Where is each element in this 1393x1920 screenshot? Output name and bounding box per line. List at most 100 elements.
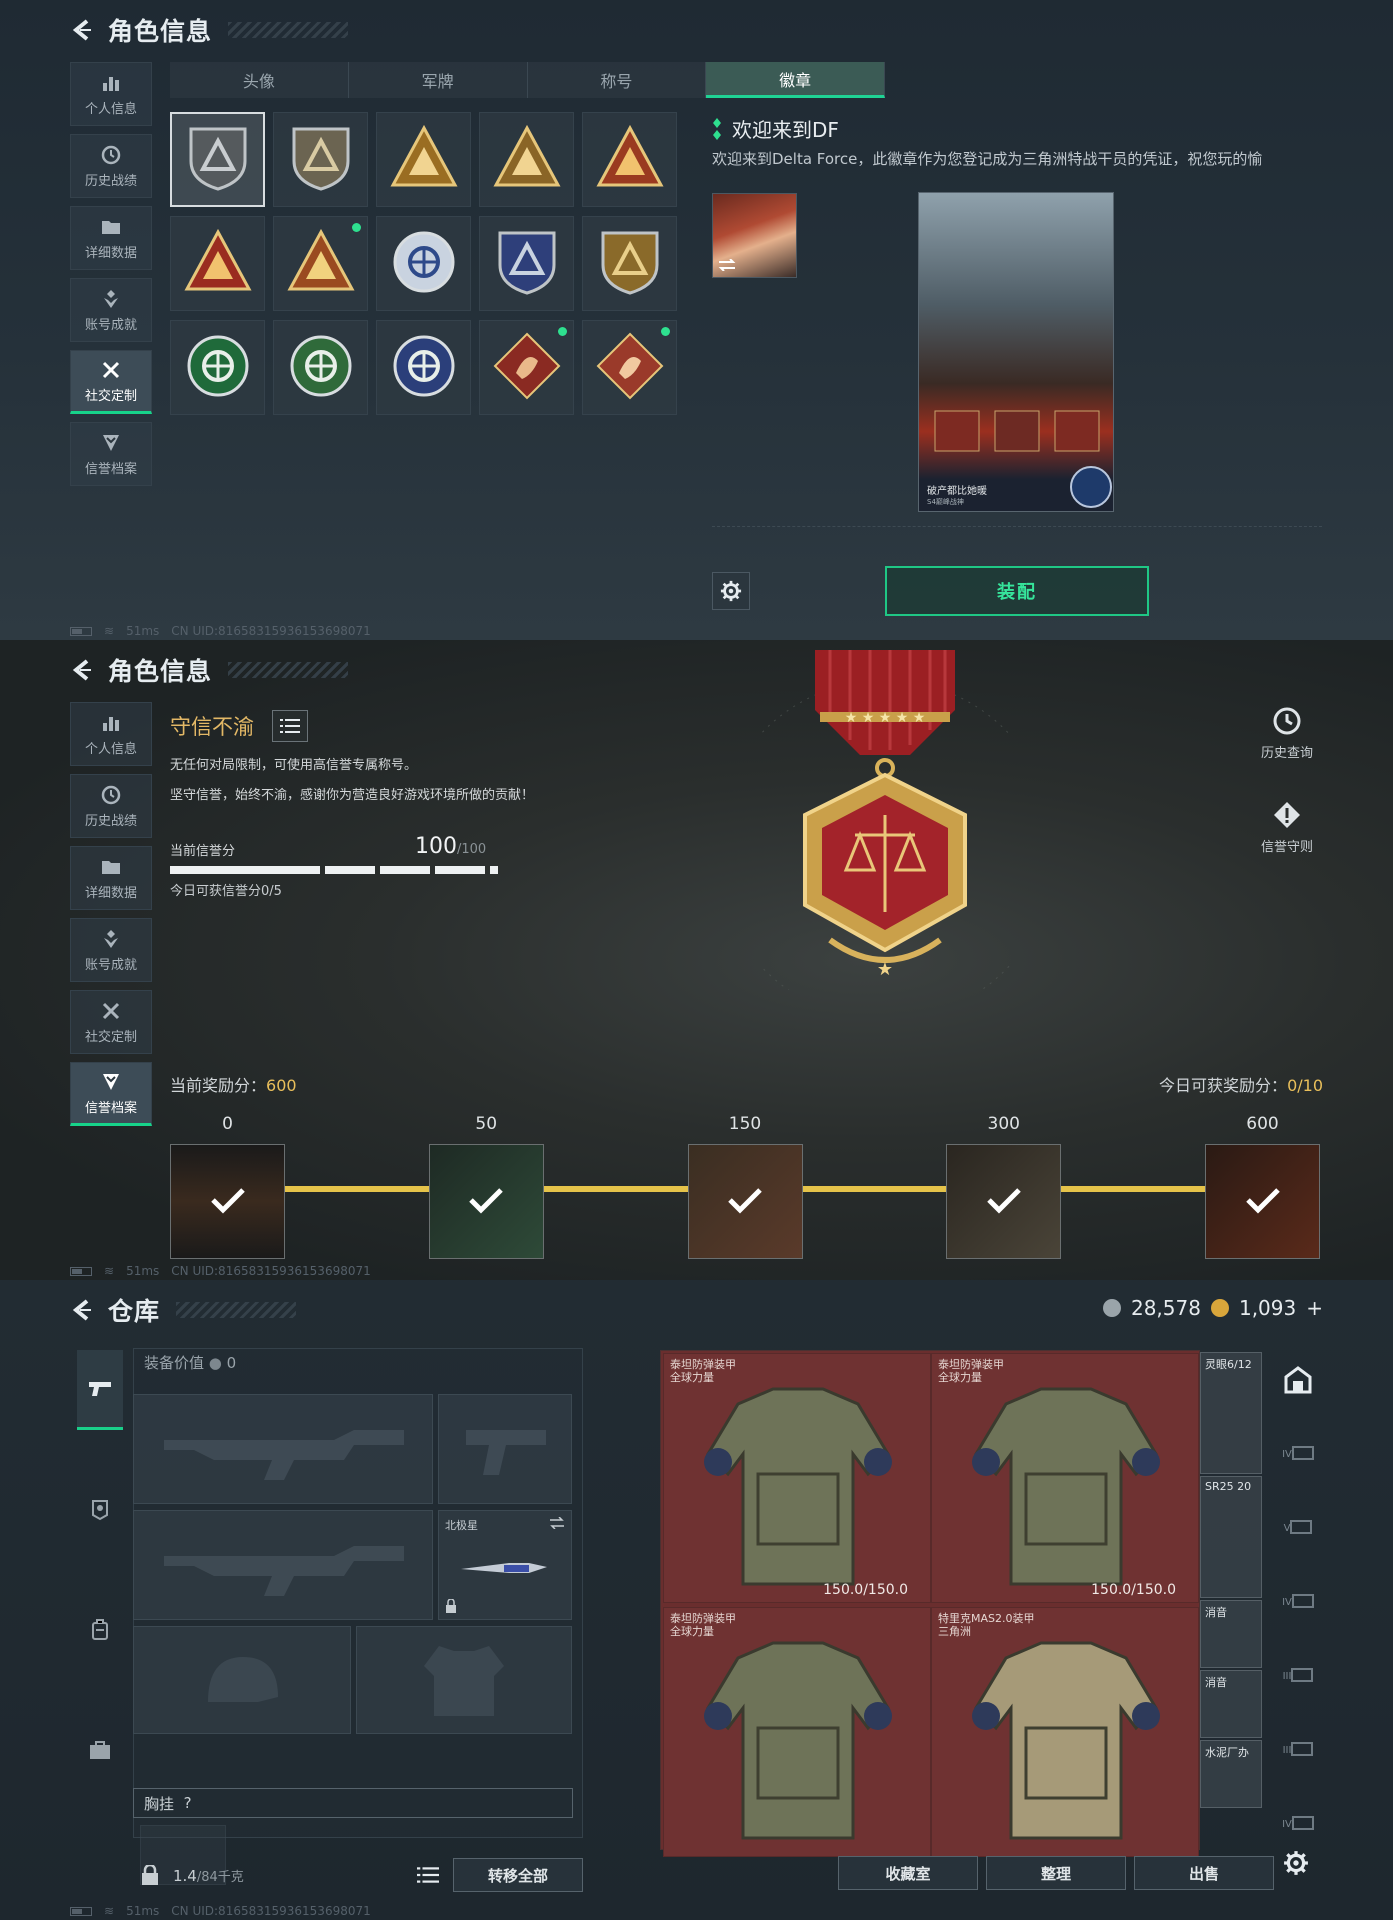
profile-card-preview: 破产都比她暖 S4巅峰战神 (918, 192, 1114, 512)
nav-item[interactable]: 账号成就 (70, 278, 152, 342)
helmet-slot[interactable] (133, 1626, 351, 1734)
nav-item[interactable]: 社交定制 (70, 990, 152, 1054)
list-icon[interactable] (417, 1866, 439, 1884)
title-decoration (228, 662, 349, 678)
back-button[interactable] (70, 17, 96, 43)
settings-button[interactable] (712, 572, 750, 610)
milestone-reward[interactable] (1205, 1144, 1320, 1259)
nav-item[interactable]: 历史战绩 (70, 774, 152, 838)
milestone-reward[interactable] (687, 1144, 803, 1259)
nav-item[interactable]: 详细数据 (70, 846, 152, 910)
dragon-badge-icon (492, 331, 562, 405)
badge-cell[interactable] (479, 320, 574, 415)
nav-item[interactable]: 详细数据 (70, 206, 152, 270)
gear-icon (1284, 1851, 1308, 1875)
tab-category[interactable]: IV (1275, 1796, 1321, 1852)
small-item[interactable]: 灵眼6/12 (1200, 1352, 1262, 1474)
tab[interactable]: 头像 (170, 62, 349, 98)
nav-item-label: 详细数据 (84, 245, 137, 261)
tab-category[interactable]: V (1275, 1500, 1321, 1556)
tab-category[interactable]: IV (1275, 1426, 1321, 1482)
armor-item[interactable]: 泰坦防弹装甲 全球力量 150.0/150.0 (931, 1353, 1199, 1603)
back-button[interactable] (70, 657, 96, 683)
armor-item[interactable]: 特里克MAS2.0装甲 三角洲 (931, 1607, 1199, 1857)
reputation-rules-button[interactable]: 信誉守则 (1261, 800, 1313, 855)
tab-category[interactable]: III (1275, 1648, 1321, 1704)
melee-slot[interactable]: 北极星 (438, 1510, 572, 1620)
milestone-reward[interactable] (428, 1144, 544, 1259)
briefcase-icon (90, 1741, 110, 1759)
badge-cell[interactable] (479, 216, 574, 311)
nav-item[interactable]: 社交定制 (70, 350, 152, 414)
today-reward: 今日可获奖励分：0/10 (1159, 1076, 1323, 1095)
armor-item[interactable]: 泰坦防弹装甲 全球力量 150.0/150.0 (663, 1353, 931, 1603)
item-name: 消音 (1205, 1676, 1227, 1689)
small-item[interactable]: SR25 20 (1200, 1476, 1262, 1598)
settings-button[interactable] (1283, 1850, 1309, 1880)
help-icon[interactable]: ? (184, 1794, 192, 1812)
add-currency-button[interactable]: + (1306, 1296, 1323, 1320)
money-bag-badge-icon (389, 123, 459, 197)
badge-cell[interactable] (376, 112, 471, 207)
armor-item[interactable]: 泰坦防弹装甲 全球力量 (663, 1607, 931, 1857)
nav-item[interactable]: 账号成就 (70, 918, 152, 982)
badge-cell[interactable] (273, 320, 368, 415)
small-item[interactable]: 水泥厂办 (1200, 1740, 1262, 1808)
collection-room-button[interactable]: 收藏室 (838, 1856, 978, 1890)
small-item-column: 灵眼6/12 SR25 20 消音 消音 水泥厂办 (1200, 1352, 1262, 1810)
nav-item[interactable]: 历史战绩 (70, 134, 152, 198)
badge-cell[interactable] (273, 112, 368, 207)
rank-name: 守信不渝 (170, 715, 254, 739)
uid: CN UID:8165831593615369807​1 (171, 1904, 371, 1918)
badge-cell[interactable] (582, 320, 677, 415)
secondary-weapon-slot[interactable] (438, 1394, 572, 1504)
nav-item[interactable]: 信誉档案 (70, 1062, 152, 1126)
badge-cell[interactable] (479, 112, 574, 207)
chest-rig-slot[interactable]: 胸挂 ? (133, 1788, 573, 1818)
blue-tools-badge-icon (389, 331, 459, 405)
armor-slot[interactable] (356, 1626, 572, 1734)
small-item[interactable]: 消音 (1200, 1600, 1262, 1668)
nav-item-label: 信誉档案 (84, 1100, 137, 1116)
tab-category[interactable]: IV (1275, 1574, 1321, 1630)
milestone-reward[interactable] (170, 1144, 285, 1259)
storage-category-tabs: IV V IV III III IV (1275, 1352, 1321, 1852)
primary-weapon-slot-2[interactable] (133, 1510, 433, 1620)
list-button[interactable] (272, 710, 308, 742)
tab[interactable]: 军牌 (349, 62, 528, 98)
small-item[interactable]: 消音 (1200, 1670, 1262, 1738)
back-button[interactable] (70, 1297, 96, 1323)
nav-item[interactable]: 个人信息 (70, 702, 152, 766)
primary-weapon-slot[interactable] (133, 1394, 433, 1504)
tab[interactable]: 徽章 (706, 62, 885, 98)
rifle-silhouette-icon (164, 1430, 404, 1480)
tab-case[interactable] (77, 1710, 123, 1790)
badge-cell[interactable] (376, 216, 471, 311)
transfer-all-button[interactable]: 转移全部 (453, 1858, 583, 1892)
badge-cell[interactable] (376, 320, 471, 415)
check-icon (468, 1186, 504, 1218)
milestone-reward[interactable] (946, 1144, 1062, 1259)
badge-cell[interactable] (582, 112, 677, 207)
tab-operator[interactable] (77, 1470, 123, 1550)
uid: CN UID:8165831593615369807​1 (171, 624, 371, 638)
sort-button[interactable]: 整理 (986, 1856, 1126, 1890)
history-query-button[interactable]: 历史查询 (1261, 706, 1313, 761)
badge-cell[interactable] (170, 320, 265, 415)
tab-weapons[interactable] (77, 1350, 123, 1430)
avatar[interactable] (712, 193, 797, 278)
tab-backpack[interactable] (77, 1590, 123, 1670)
equip-button[interactable]: 装配 (885, 566, 1149, 616)
tab[interactable]: 称号 (528, 62, 707, 98)
badge-cell[interactable] (582, 216, 677, 311)
sell-button[interactable]: 出售 (1134, 1856, 1274, 1890)
badge-cell[interactable] (170, 216, 265, 311)
storage-actions: 收藏室 整理 出售 (838, 1856, 1274, 1890)
swap-icon (550, 1517, 564, 1529)
tab-category[interactable]: III (1275, 1722, 1321, 1778)
badge-cell[interactable] (273, 216, 368, 311)
nav-item[interactable]: 个人信息 (70, 62, 152, 126)
nav-item[interactable]: 信誉档案 (70, 422, 152, 486)
badge-cell[interactable] (170, 112, 265, 207)
tab-warehouse-home[interactable] (1275, 1352, 1321, 1408)
